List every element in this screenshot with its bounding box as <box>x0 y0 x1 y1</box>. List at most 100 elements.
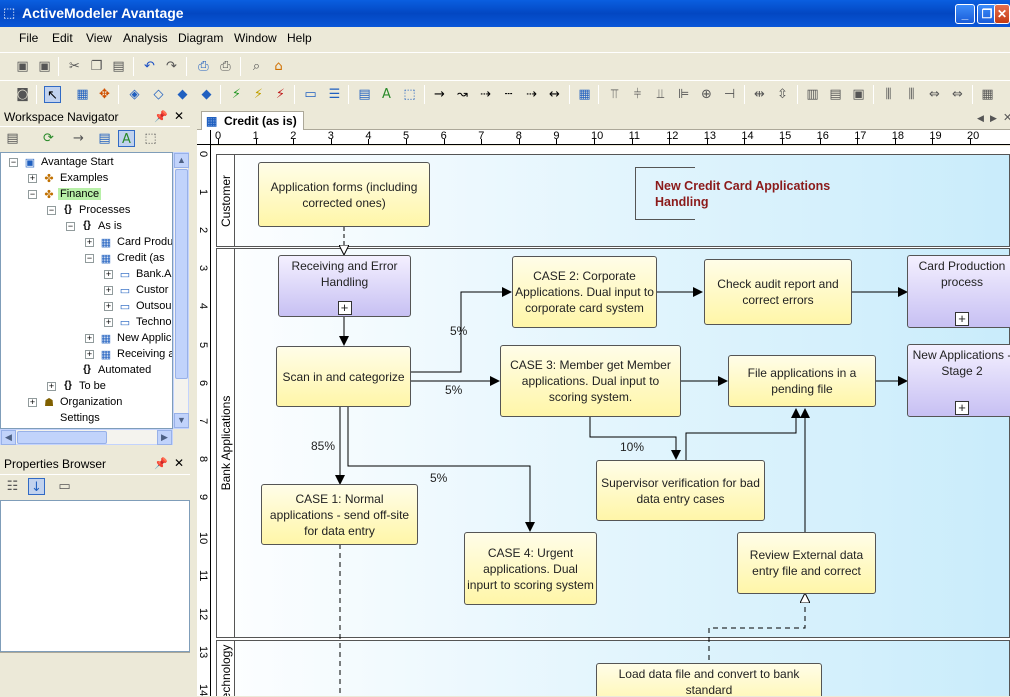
expand-icon[interactable]: + <box>28 174 37 183</box>
undo-icon[interactable]: ↶ <box>141 58 158 75</box>
expand-icon[interactable]: + <box>337 301 352 315</box>
expand-icon[interactable]: + <box>104 318 113 327</box>
expand-icon[interactable]: + <box>955 401 969 415</box>
same-height-icon[interactable]: ▤ <box>827 86 844 103</box>
task-file-pending[interactable]: File applications in a pending file <box>728 355 876 407</box>
tree-vertical-scrollbar[interactable]: ▲ ▼ <box>173 152 189 429</box>
tree-item[interactable]: −{} As is <box>1 219 172 235</box>
collapse-icon[interactable]: − <box>9 158 18 167</box>
home-icon[interactable]: ⌂ <box>270 58 287 75</box>
categorized-icon[interactable]: ☷ <box>4 478 21 495</box>
task-case-1[interactable]: CASE 1: Normal applications - send off-s… <box>261 484 418 545</box>
connector-icon[interactable]: ✥ <box>96 86 113 103</box>
task-scan-categorize[interactable]: Scan in and categorize <box>276 346 411 407</box>
subprocess-receiving[interactable]: Receiving and Error Handling + <box>278 255 411 317</box>
tree-item[interactable]: + ▦ Card Produ <box>1 235 172 251</box>
tree-item[interactable]: + ▭ Techno <box>1 315 172 331</box>
menu-file[interactable]: File <box>19 31 38 45</box>
align-bottom-icon[interactable]: ⫫ <box>652 86 669 103</box>
expand-icon[interactable]: + <box>955 312 969 326</box>
menu-view[interactable]: View <box>86 31 112 45</box>
print-preview-icon[interactable]: ⎙ <box>195 58 212 75</box>
end-event-icon[interactable]: ⚡ <box>272 86 289 103</box>
menu-help[interactable]: Help <box>287 31 312 45</box>
distribute-v-icon[interactable]: ⫼ <box>903 86 920 103</box>
pointer-icon[interactable]: ↖ <box>44 86 61 103</box>
align-left-icon[interactable]: ⊫ <box>675 86 692 103</box>
gateway-icon[interactable]: ◇ <box>150 86 167 103</box>
trigger-icon[interactable]: ⚡ <box>250 86 267 103</box>
copy-icon[interactable]: ❐ <box>88 58 105 75</box>
expand-icon[interactable]: + <box>47 382 56 391</box>
arrow-filter-icon[interactable]: → <box>70 130 87 147</box>
expand-icon[interactable]: + <box>85 350 94 359</box>
camera-icon[interactable]: ◙ <box>14 86 31 103</box>
redo-icon[interactable]: ↷ <box>163 58 180 75</box>
menu-edit[interactable]: Edit <box>52 31 73 45</box>
close-button[interactable]: ✕ <box>994 4 1010 24</box>
task-review-external[interactable]: Review External data entry file and corr… <box>737 532 876 594</box>
pin-icon[interactable]: 📌 <box>154 110 168 123</box>
distribute-h-icon[interactable]: ⫼ <box>880 86 897 103</box>
collapse-icon[interactable]: − <box>85 254 94 263</box>
paste-icon[interactable]: ▤ <box>110 58 127 75</box>
hscroll-thumb[interactable] <box>17 431 107 444</box>
find-icon[interactable]: ⌕ <box>248 58 265 75</box>
data-icon[interactable]: ▤ <box>356 86 373 103</box>
refresh-icon[interactable]: ⟳ <box>40 130 57 147</box>
save-icon[interactable]: ▣ <box>14 58 31 75</box>
diagram-canvas[interactable]: Customer Bank Applications Technology Ne… <box>211 146 1010 696</box>
tree-item[interactable]: −{} Processes <box>1 203 172 219</box>
subprocess-card-production[interactable]: Card Production process + <box>907 255 1010 328</box>
cut-icon[interactable]: ✂ <box>66 58 83 75</box>
task-supervisor-verification[interactable]: Supervisor verification for bad data ent… <box>596 460 765 521</box>
tree-item[interactable]: + ▭ Bank.A <box>1 267 172 283</box>
task-case-4[interactable]: CASE 4: Urgent applications. Dual inpurt… <box>464 532 597 605</box>
tree-item[interactable]: + ▦ New Applic <box>1 331 172 347</box>
swimlane-icon[interactable]: ☰ <box>326 86 343 103</box>
align-top-icon[interactable]: ⫪ <box>606 86 623 103</box>
tree-item[interactable]: − ✤ Finance <box>1 187 172 203</box>
tab-scroll-right-icon[interactable]: ▶ <box>990 113 997 124</box>
tree-item[interactable]: − ▣ Avantage Start <box>1 155 172 171</box>
tree-item[interactable]: + ▭ Custor <box>1 283 172 299</box>
tree-item[interactable]: + ☗ Organization <box>1 395 172 411</box>
scroll-down-icon[interactable]: ▼ <box>174 413 189 428</box>
menu-window[interactable]: Window <box>234 31 277 45</box>
expand-icon[interactable]: + <box>85 334 94 343</box>
task-load-data-file[interactable]: Load data file and convert to bank stand… <box>596 663 822 696</box>
scroll-left-icon[interactable]: ◀ <box>1 430 16 445</box>
expand-icon[interactable]: + <box>104 302 113 311</box>
properties-icon[interactable]: ▦ <box>979 86 996 103</box>
bidirectional-icon[interactable]: ↔ <box>546 86 563 103</box>
collapse-icon[interactable]: − <box>66 222 75 231</box>
collapse-icon[interactable]: − <box>28 190 37 199</box>
space-vertical-icon[interactable]: ⇳ <box>774 86 791 103</box>
tree-item[interactable]: Settings <box>1 411 172 427</box>
task-check-audit[interactable]: Check audit report and correct errors <box>704 259 852 325</box>
chart-icon[interactable]: ▦ <box>576 86 593 103</box>
close-panel-icon[interactable]: ✕ <box>174 456 184 470</box>
same-width-icon[interactable]: ▥ <box>804 86 821 103</box>
tree-item[interactable]: + ▦ Receiving a <box>1 347 172 363</box>
subprocess-new-applications[interactable]: New Applications - Stage 2 + <box>907 344 1010 417</box>
pin-icon[interactable]: 📌 <box>154 457 168 470</box>
collapse-icon[interactable]: − <box>47 206 56 215</box>
space-horizontal-icon[interactable]: ⇹ <box>751 86 768 103</box>
task-case-2[interactable]: CASE 2: Corporate Applications. Dual inp… <box>512 256 657 328</box>
same-size-icon[interactable]: ▣ <box>850 86 867 103</box>
filter-data-icon[interactable]: ▤ <box>96 130 113 147</box>
tree-item[interactable]: + ✤ Examples <box>1 171 172 187</box>
message-flow-icon[interactable]: ↝ <box>454 86 471 103</box>
activity-icon[interactable]: ▦ <box>74 86 91 103</box>
flow-arrow-icon[interactable]: → <box>431 86 448 103</box>
view-options-icon[interactable]: ▤ <box>4 130 21 147</box>
print-icon[interactable]: ⎙ <box>217 58 234 75</box>
tree-item[interactable]: − ▦ Credit (as <box>1 251 172 267</box>
minimize-button[interactable]: _ <box>955 4 975 24</box>
rectangle-icon[interactable]: ▭ <box>302 86 319 103</box>
scroll-up-icon[interactable]: ▲ <box>174 153 189 168</box>
dotted-arrow-icon[interactable]: ⇢ <box>477 86 494 103</box>
task-application-forms[interactable]: Application forms (including corrected o… <box>258 162 430 227</box>
expand-icon[interactable]: + <box>28 398 37 407</box>
